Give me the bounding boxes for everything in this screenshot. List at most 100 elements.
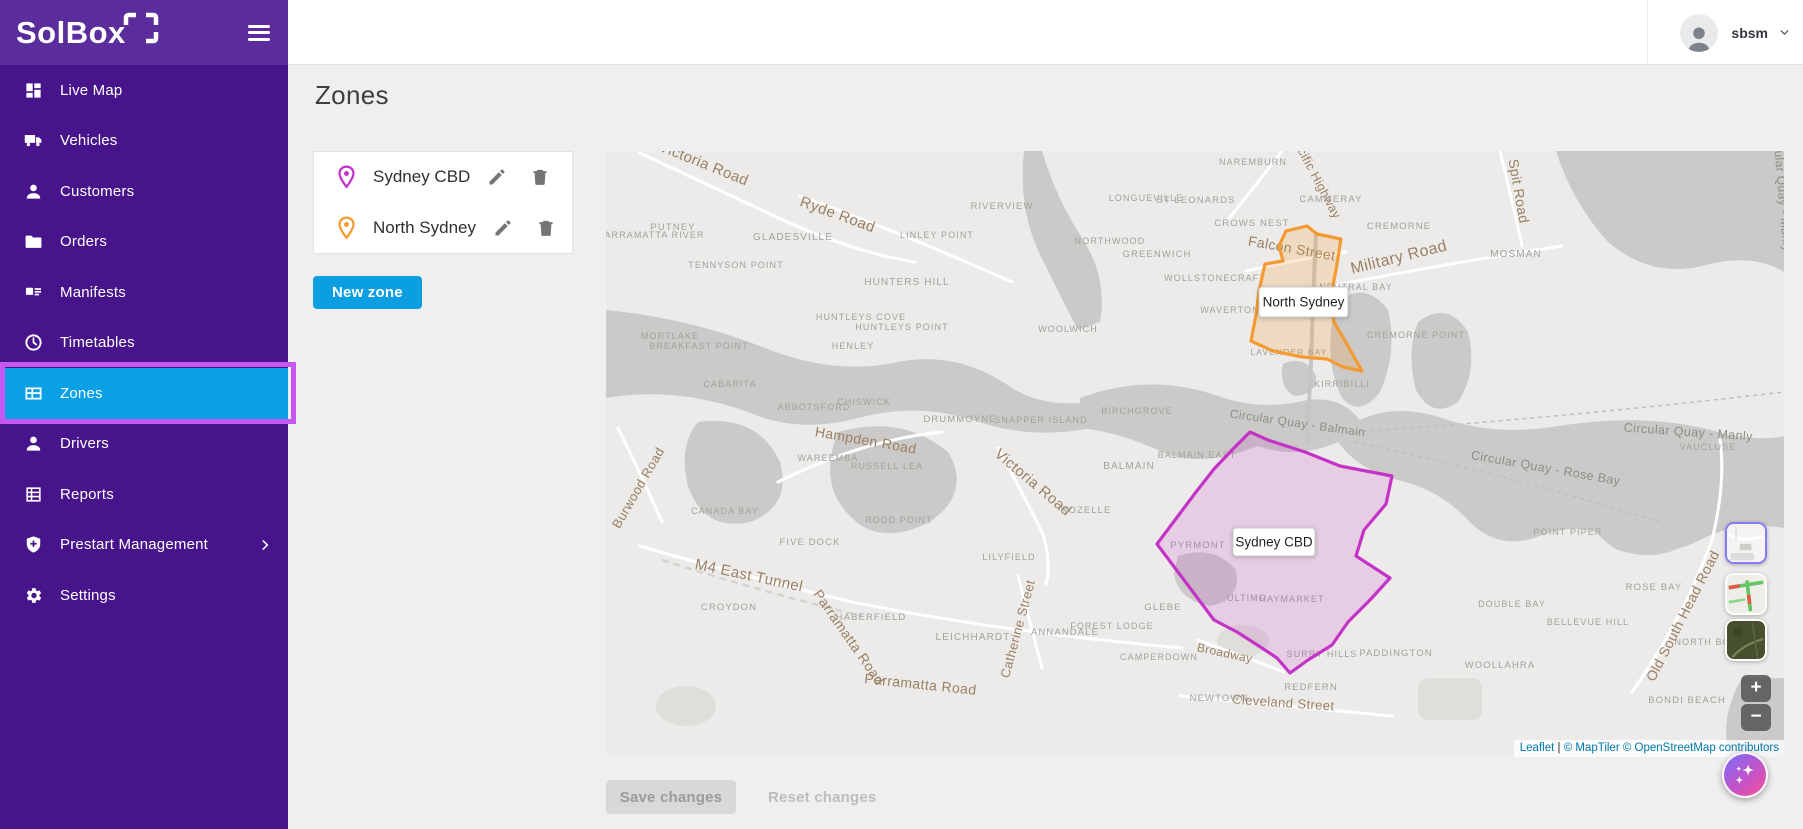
sidebar-item-label: Zones xyxy=(60,385,103,402)
svg-text:PADDINGTON: PADDINGTON xyxy=(1359,648,1432,659)
svg-text:CAMPERDOWN: CAMPERDOWN xyxy=(1120,652,1198,662)
svg-text:DOUBLE BAY: DOUBLE BAY xyxy=(1478,599,1546,609)
truck-icon xyxy=(24,131,43,150)
svg-text:PUTNEY: PUTNEY xyxy=(650,222,695,233)
svg-text:WAVERTON: WAVERTON xyxy=(1200,305,1259,315)
sidebar-item-label: Customers xyxy=(60,183,134,200)
sidebar-item-label: Reports xyxy=(60,486,114,503)
map-style-basic[interactable] xyxy=(1725,522,1767,564)
svg-text:REDFERN: REDFERN xyxy=(1284,682,1338,693)
svg-text:HENLEY: HENLEY xyxy=(832,341,875,351)
delete-zone-button[interactable] xyxy=(530,167,550,187)
svg-text:HUNTERS HILL: HUNTERS HILL xyxy=(864,277,949,288)
svg-text:GREENWICH: GREENWICH xyxy=(1122,249,1191,260)
svg-text:ROZELLE: ROZELLE xyxy=(1061,505,1112,516)
top-header: sbsm xyxy=(288,0,1803,65)
svg-text:CROYDON: CROYDON xyxy=(701,602,757,613)
menu-toggle-button[interactable] xyxy=(248,25,270,41)
map-style-traffic[interactable] xyxy=(1725,573,1767,615)
new-zone-button[interactable]: New zone xyxy=(313,276,422,309)
svg-text:CANADA BAY: CANADA BAY xyxy=(691,506,759,516)
sidebar-item-label: Orders xyxy=(60,233,107,250)
live-map-icon xyxy=(24,81,43,100)
svg-text:HUNTLEYS POINT: HUNTLEYS POINT xyxy=(855,322,948,332)
svg-text:HABERFIELD: HABERFIELD xyxy=(836,612,907,623)
assistant-fab[interactable] xyxy=(1722,752,1768,798)
svg-text:KIRRIBILLI: KIRRIBILLI xyxy=(1314,379,1370,389)
svg-text:WAREEMBA: WAREEMBA xyxy=(798,453,859,463)
svg-text:CREMORNE POINT: CREMORNE POINT xyxy=(1367,330,1465,340)
zone-map-label-sydney-cbd: Sydney CBD xyxy=(1233,528,1315,556)
svg-text:POINT PIPER: POINT PIPER xyxy=(1534,527,1603,537)
map-canvas[interactable]: Victoria RoadRyde RoadHampden RoadVictor… xyxy=(606,151,1784,757)
page-title: Zones xyxy=(315,80,389,111)
reset-changes-button[interactable]: Reset changes xyxy=(752,780,892,814)
edit-zone-button[interactable] xyxy=(493,218,513,238)
sidebar-header: SolBox xyxy=(0,0,288,65)
user-name: sbsm xyxy=(1731,25,1768,41)
osm-link[interactable]: © OpenStreetMap contributors xyxy=(1623,742,1779,754)
leaflet-link[interactable]: Leaflet xyxy=(1520,742,1555,754)
svg-text:MORTLAKE: MORTLAKE xyxy=(641,331,699,341)
sidebar-item-settings[interactable]: Settings xyxy=(0,570,288,621)
zoom-out-button[interactable]: − xyxy=(1741,704,1771,731)
sidebar-item-label: Vehicles xyxy=(60,132,117,149)
logo-brackets-icon xyxy=(122,10,162,46)
svg-text:BELLEVUE HILL: BELLEVUE HILL xyxy=(1547,617,1629,627)
sidebar: SolBox Live Map Vehicles Customers Orders Ma… xyxy=(0,0,288,829)
sidebar-item-drivers[interactable]: Drivers xyxy=(0,419,288,470)
save-changes-button[interactable]: Save changes xyxy=(606,780,736,814)
sidebar-item-reports[interactable]: Reports xyxy=(0,469,288,520)
sidebar-item-timetables[interactable]: Timetables xyxy=(0,318,288,369)
sidebar-item-orders[interactable]: Orders xyxy=(0,217,288,268)
svg-text:RIVERVIEW: RIVERVIEW xyxy=(970,201,1033,212)
clock-icon xyxy=(24,333,43,352)
user-menu[interactable]: sbsm xyxy=(1680,0,1791,65)
sidebar-item-live-map[interactable]: Live Map xyxy=(0,65,288,116)
svg-text:SNAPPER ISLAND: SNAPPER ISLAND xyxy=(994,415,1087,425)
gear-icon xyxy=(24,586,43,605)
sidebar-item-prestart-management[interactable]: Prestart Management xyxy=(0,520,288,571)
app-logo[interactable]: SolBox xyxy=(16,15,162,51)
sidebar-item-label: Live Map xyxy=(60,82,122,99)
sparkles-icon xyxy=(1730,760,1760,790)
svg-text:MOSMAN: MOSMAN xyxy=(1490,249,1542,260)
sidebar-item-vehicles[interactable]: Vehicles xyxy=(0,116,288,167)
sidebar-item-label: Drivers xyxy=(60,435,109,452)
svg-text:WOOLLAHRA: WOOLLAHRA xyxy=(1465,660,1536,671)
zones-list-card: Sydney CBDNorth Sydney xyxy=(313,151,573,254)
sidebar-item-customers[interactable]: Customers xyxy=(0,166,288,217)
map-style-satellite[interactable] xyxy=(1725,619,1767,661)
svg-text:North Sydney: North Sydney xyxy=(1263,295,1345,310)
attribution-separator: | xyxy=(1554,742,1563,754)
avatar xyxy=(1680,14,1718,52)
zones-icon xyxy=(24,384,43,403)
svg-text:NEWTOWN: NEWTOWN xyxy=(1190,693,1249,704)
zone-pin-icon xyxy=(336,164,357,190)
zoom-in-button[interactable]: + xyxy=(1741,675,1771,702)
svg-text:HUNTLEYS COVE: HUNTLEYS COVE xyxy=(816,312,906,322)
svg-text:VAUCLUSE: VAUCLUSE xyxy=(1680,442,1737,452)
svg-text:FIVE DOCK: FIVE DOCK xyxy=(779,537,840,548)
chevron-down-icon xyxy=(1778,26,1791,39)
svg-text:CHISWICK: CHISWICK xyxy=(837,397,891,407)
svg-text:CABARITA: CABARITA xyxy=(703,379,756,389)
person-icon xyxy=(24,434,43,453)
svg-text:RODD POINT: RODD POINT xyxy=(865,515,933,525)
svg-text:LILYFIELD: LILYFIELD xyxy=(982,552,1035,562)
edit-zone-button[interactable] xyxy=(487,167,507,187)
svg-text:CREMORNE: CREMORNE xyxy=(1367,221,1431,232)
sidebar-item-zones[interactable]: Zones xyxy=(0,368,288,419)
zone-row-north-sydney: North Sydney xyxy=(314,203,572,254)
shield-icon xyxy=(24,535,43,554)
delete-zone-button[interactable] xyxy=(536,218,556,238)
sidebar-nav: Live Map Vehicles Customers Orders Manifests… xyxy=(0,65,288,621)
svg-text:Sydney CBD: Sydney CBD xyxy=(1235,535,1313,550)
svg-text:NORTHWOOD: NORTHWOOD xyxy=(1075,236,1146,246)
sidebar-item-manifests[interactable]: Manifests xyxy=(0,267,288,318)
svg-text:BIRCHGROVE: BIRCHGROVE xyxy=(1101,406,1173,416)
maptiler-link[interactable]: © MapTiler xyxy=(1564,742,1623,754)
report-icon xyxy=(24,485,43,504)
map[interactable]: Victoria RoadRyde RoadHampden RoadVictor… xyxy=(606,151,1784,757)
svg-text:GLEBE: GLEBE xyxy=(1144,602,1181,613)
